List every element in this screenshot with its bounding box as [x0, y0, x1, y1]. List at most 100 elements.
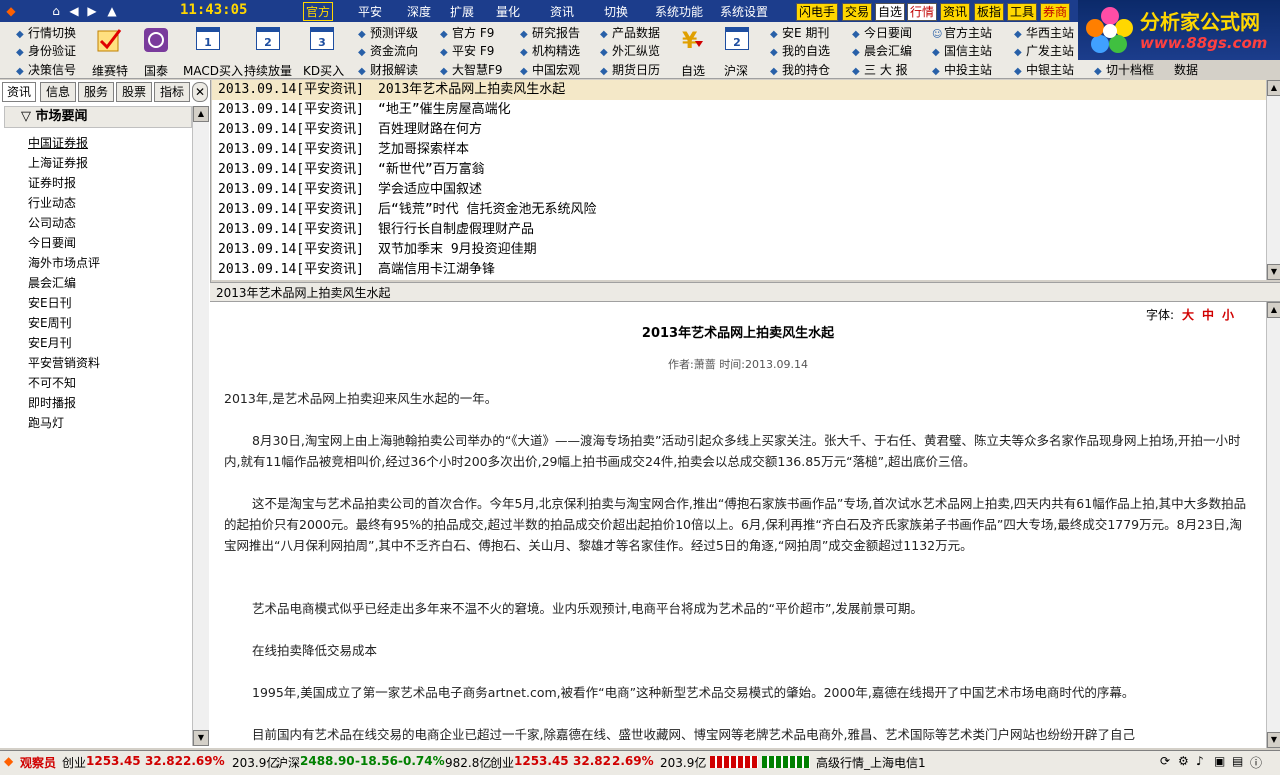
menu-extend[interactable]: 扩展	[450, 3, 474, 20]
list-item[interactable]: 2013.09.14[平安资讯] 后“钱荒”时代 信托资金池无系统风险	[218, 200, 596, 220]
list-item[interactable]: 2013.09.14[平安资讯] 高端信用卡江湖争锋	[218, 260, 495, 280]
sidebar-item[interactable]: 不可不知	[28, 374, 76, 391]
calendar-icon[interactable]: 1	[196, 27, 220, 50]
tools-button[interactable]: 工具	[1007, 3, 1038, 21]
sidebar-item[interactable]: 中国证券报	[28, 134, 88, 151]
toolbar-item-dzh-f9[interactable]: ◆ 大智慧F9	[440, 61, 503, 78]
scroll-down-icon[interactable]: ▼	[193, 730, 209, 746]
toolbar-item-official-f9[interactable]: ◆ 官方 F9	[440, 24, 494, 41]
toolbar-item-decision-signal[interactable]: ◆ 决策信号	[16, 61, 76, 78]
toolbar-item-official-site[interactable]: ☺ 官方主站	[932, 24, 992, 41]
menu-news[interactable]: 资讯	[550, 3, 574, 20]
scroll-up-icon[interactable]: ▲	[1267, 302, 1280, 318]
toolbar-item-identity[interactable]: ◆ 身份验证	[16, 42, 76, 59]
list-item[interactable]: 2013.09.14[平安资讯] “新世代”百万富翁	[218, 160, 485, 180]
bell-icon[interactable]: ♪	[1196, 754, 1204, 768]
sidebar-item[interactable]: 平安营销资料	[28, 354, 100, 371]
tab-news[interactable]: 资讯	[2, 82, 36, 102]
news-scrollbar[interactable]: ▲ ▼	[1266, 80, 1280, 280]
toolbar-item-zhongtou-site[interactable]: ◆ 中投主站	[932, 61, 992, 78]
broker-button[interactable]: 券商	[1040, 3, 1071, 21]
toolbar-item-guoxin-site[interactable]: ◆ 国信主站	[932, 42, 992, 59]
close-icon[interactable]: ✕	[192, 82, 208, 102]
toolbar-item-institution[interactable]: ◆ 机构精选	[520, 42, 580, 59]
toolbar-item-product-data[interactable]: ◆ 产品数据	[600, 24, 660, 41]
toolbar-item-my-watchlist[interactable]: ◆ 我的自选	[770, 42, 830, 59]
list-item[interactable]: 2013.09.14[平安资讯] “地王”催生房屋高端化	[218, 100, 511, 120]
sidebar-item[interactable]: 行业动态	[28, 194, 76, 211]
menu-system-settings[interactable]: 系统设置	[720, 3, 768, 20]
menu-quant[interactable]: 量化	[496, 3, 520, 20]
quotes-button[interactable]: 行情	[907, 3, 938, 21]
toolbar-item-report-read[interactable]: ◆ 财报解读	[358, 61, 418, 78]
list-item[interactable]: 2013.09.14[平安资讯] 双节加季末 9月投资迎佳期	[218, 240, 537, 260]
toolbar-item-pingan-f9[interactable]: ◆ 平安 F9	[440, 42, 494, 59]
font-medium-button[interactable]: 中	[1202, 306, 1214, 323]
list-item[interactable]: 2013.09.14[平安资讯] 百姓理财路在何方	[218, 120, 482, 140]
section-header[interactable]: ▽ 市场要闻	[4, 106, 192, 128]
gear-icon[interactable]: ⚙	[1178, 754, 1189, 768]
trade-button[interactable]: 交易	[842, 3, 873, 21]
yen-icon[interactable]: ¥	[679, 27, 705, 54]
info-button[interactable]: 资讯	[940, 3, 971, 21]
app-logo-icon[interactable]: ◆	[3, 3, 19, 19]
window-icon[interactable]: ▤	[1232, 754, 1243, 768]
gauge-icon[interactable]	[143, 27, 169, 53]
sidebar-item[interactable]: 安E月刊	[28, 334, 72, 351]
tab-service[interactable]: 服务	[78, 82, 114, 102]
toolbar-item-three-papers[interactable]: ◆ 三 大 报	[852, 61, 908, 78]
tab-stocks[interactable]: 股票	[116, 82, 152, 102]
toolbar-item-research[interactable]: ◆ 研究报告	[520, 24, 580, 41]
toolbar-item-depth-box[interactable]: ◆ 切十档框	[1094, 61, 1154, 78]
scroll-down-icon[interactable]: ▼	[1267, 732, 1280, 748]
toolbar-item-macro[interactable]: ◆ 中国宏观	[520, 61, 580, 78]
toolbar-item-rating[interactable]: ◆ 预测评级	[358, 24, 418, 41]
toolbar-item-guangfa-site[interactable]: ◆ 广发主站	[1014, 42, 1074, 59]
toolbar-item-morning[interactable]: ◆ 晨会汇编	[852, 42, 912, 59]
calendar-icon[interactable]: 3	[310, 27, 334, 50]
home-icon[interactable]: ⌂	[48, 3, 64, 19]
menu-pingan[interactable]: 平安	[358, 3, 382, 20]
toolbar-item-my-holdings[interactable]: ◆ 我的持仓	[770, 61, 830, 78]
calendar-icon[interactable]: 2	[256, 27, 280, 50]
refresh-icon[interactable]: ⟳	[1160, 754, 1170, 768]
font-large-button[interactable]: 大	[1182, 306, 1194, 323]
font-small-button[interactable]: 小	[1222, 306, 1234, 323]
menu-depth[interactable]: 深度	[407, 3, 431, 20]
sidebar-item[interactable]: 证券时报	[28, 174, 76, 191]
toolbar-item-futures[interactable]: ◆ 期货日历	[600, 61, 660, 78]
sidebar-item[interactable]: 安E日刊	[28, 294, 72, 311]
back-icon[interactable]: ◀	[66, 3, 82, 19]
sidebar-item[interactable]: 跑马灯	[28, 414, 64, 431]
list-item[interactable]: 2013.09.14[平安资讯] 银行行长自制虚假理财产品	[218, 220, 534, 240]
sidebar-scrollbar[interactable]: ▲ ▼	[192, 106, 209, 746]
scroll-up-icon[interactable]: ▲	[1267, 80, 1280, 96]
menu-system-functions[interactable]: 系统功能	[655, 3, 703, 20]
sidebar-item[interactable]: 海外市场点评	[28, 254, 100, 271]
sidebar-item[interactable]: 上海证券报	[28, 154, 88, 171]
calendar-icon[interactable]: 2	[725, 27, 749, 50]
watchlist-button[interactable]: 自选	[875, 3, 906, 21]
tab-indicators[interactable]: 指标	[154, 82, 190, 102]
toolbar-item-zhongyin-site[interactable]: ◆ 中银主站	[1014, 61, 1074, 78]
toolbar-item-forex[interactable]: ◆ 外汇纵览	[600, 42, 660, 59]
toolbar-item-ae-journal[interactable]: ◆ 安E 期刊	[770, 24, 829, 41]
sector-button[interactable]: 板指	[974, 3, 1005, 21]
toolbar-item-today-news[interactable]: ◆ 今日要闻	[852, 24, 912, 41]
toolbar-item-data[interactable]: 数据	[1174, 61, 1198, 78]
tab-info[interactable]: 信息	[40, 82, 76, 102]
scroll-down-icon[interactable]: ▼	[1267, 264, 1280, 280]
menu-switch[interactable]: 切换	[604, 3, 628, 20]
toolbar-item-fund-flow[interactable]: ◆ 资金流向	[358, 42, 418, 59]
sidebar-item[interactable]: 即时播报	[28, 394, 76, 411]
sidebar-item[interactable]: 公司动态	[28, 214, 76, 231]
forward-icon[interactable]: ▶	[84, 3, 100, 19]
scroll-up-icon[interactable]: ▲	[193, 106, 209, 122]
lock-icon[interactable]: ▣	[1214, 754, 1225, 768]
checkmark-icon[interactable]	[96, 27, 122, 53]
list-item[interactable]: 2013.09.14[平安资讯] 芝加哥探索样本	[218, 140, 469, 160]
sidebar-item[interactable]: 今日要闻	[28, 234, 76, 251]
toolbar-item-quote-switch[interactable]: ◆ 行情切换	[16, 24, 76, 41]
list-item[interactable]: 2013.09.14[平安资讯] 学会适应中国叙述	[218, 180, 482, 200]
flash-trade-button[interactable]: 闪电手	[796, 3, 839, 21]
